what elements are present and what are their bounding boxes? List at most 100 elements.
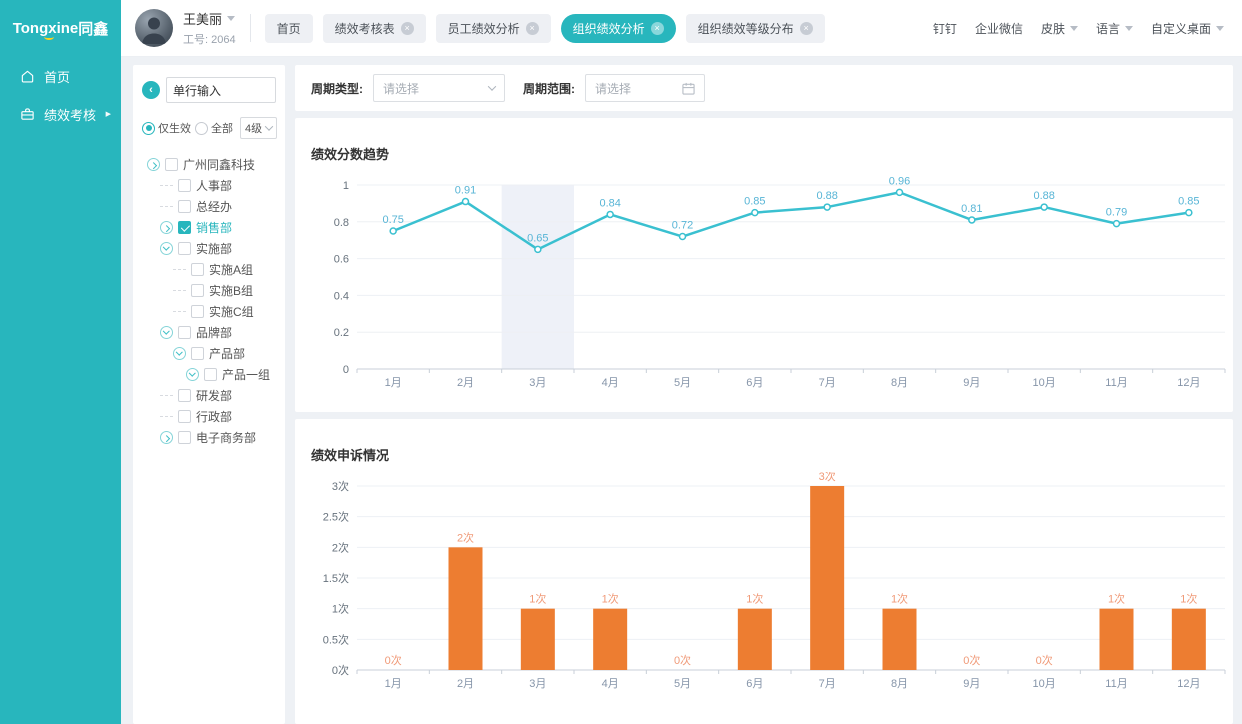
tree-node-label: 实施部 xyxy=(196,240,232,257)
tree-checkbox[interactable] xyxy=(191,347,204,360)
tree-node[interactable]: 实施A组 xyxy=(142,259,276,280)
svg-text:0.72: 0.72 xyxy=(672,220,693,232)
chevron-down-circle-icon[interactable] xyxy=(173,347,186,360)
tree-node[interactable]: 总经办 xyxy=(142,196,276,217)
tree-node-label: 总经办 xyxy=(196,198,232,215)
svg-text:0.6: 0.6 xyxy=(334,254,349,266)
close-icon[interactable]: × xyxy=(401,22,414,35)
tree-connector-line xyxy=(173,269,186,270)
tree-node[interactable]: 广州同鑫科技 xyxy=(142,154,276,175)
radio-label: 全部 xyxy=(211,120,233,136)
tree-checkbox[interactable] xyxy=(204,368,217,381)
cycle-range-value: 请选择 xyxy=(595,80,631,97)
user-info[interactable]: 王美丽 工号: 2064 xyxy=(135,9,236,47)
sidebar-nav: 首页绩效考核▶ xyxy=(0,57,121,133)
cycle-type-select[interactable]: 请选择 xyxy=(373,74,505,102)
tree-node-label: 行政部 xyxy=(196,408,232,425)
search-input[interactable] xyxy=(166,77,276,103)
radio-option[interactable]: 仅生效 xyxy=(142,120,191,136)
workspace-tab[interactable]: 组织绩效等级分布× xyxy=(686,14,825,43)
svg-text:2次: 2次 xyxy=(457,530,474,544)
logo-accent-smile xyxy=(44,34,54,40)
chevron-down-circle-icon[interactable] xyxy=(160,242,173,255)
radio-label: 仅生效 xyxy=(158,120,191,136)
workspace-tab[interactable]: 组织绩效分析 × xyxy=(561,14,676,43)
sidebar-item-performance[interactable]: 绩效考核▶ xyxy=(0,95,121,133)
tree-checkbox[interactable] xyxy=(178,200,191,213)
chevron-down-circle-icon[interactable] xyxy=(160,326,173,339)
top-menu-item[interactable]: 语言 xyxy=(1096,20,1133,37)
cycle-type-label: 周期类型: xyxy=(311,80,363,97)
top-menu-item[interactable]: 企业微信 xyxy=(975,20,1023,37)
top-menu-item[interactable]: 钉钉 xyxy=(933,20,957,37)
svg-text:4月: 4月 xyxy=(602,377,619,389)
tree-checkbox[interactable] xyxy=(178,242,191,255)
tree-node[interactable]: 产品部 xyxy=(142,343,276,364)
tree-connector-line xyxy=(173,311,186,312)
tree-node[interactable]: 行政部 xyxy=(142,406,276,427)
filter-bar: 周期类型: 请选择 周期范围: 请选择 xyxy=(295,65,1233,111)
tree-node[interactable]: 实施部 xyxy=(142,238,276,259)
close-icon[interactable]: × xyxy=(800,22,813,35)
menu-item-label: 皮肤 xyxy=(1041,20,1065,37)
tree-checkbox[interactable] xyxy=(178,389,191,402)
tree-node[interactable]: 研发部 xyxy=(142,385,276,406)
tree-node[interactable]: 实施B组 xyxy=(142,280,276,301)
svg-text:10月: 10月 xyxy=(1033,377,1056,389)
svg-text:2月: 2月 xyxy=(457,377,474,389)
line-chart-title: 绩效分数趋势 xyxy=(311,144,1233,163)
tree-checkbox[interactable] xyxy=(178,326,191,339)
user-avatar[interactable] xyxy=(135,9,173,47)
app-root: Tongxine同鑫 首页绩效考核▶ 王美丽 xyxy=(0,0,1242,724)
chevron-right-circle-icon[interactable] xyxy=(147,158,160,171)
svg-text:0.8: 0.8 xyxy=(334,217,349,229)
svg-text:1: 1 xyxy=(343,180,349,192)
top-menu-item[interactable]: 皮肤 xyxy=(1041,20,1078,37)
tree-checkbox[interactable] xyxy=(178,221,191,234)
chevron-down-circle-icon[interactable] xyxy=(186,368,199,381)
tree-node[interactable]: 产品一组 xyxy=(142,364,276,385)
top-menu-item[interactable]: 自定义桌面 xyxy=(1151,20,1224,37)
tree-checkbox[interactable] xyxy=(191,305,204,318)
calendar-icon xyxy=(682,82,695,95)
tree-node[interactable]: 品牌部 xyxy=(142,322,276,343)
sidebar-item-label: 首页 xyxy=(44,67,70,86)
tree-node-label: 实施B组 xyxy=(209,282,253,299)
tree-node[interactable]: 电子商务部 xyxy=(142,427,276,448)
chevron-right-circle-icon[interactable] xyxy=(160,431,173,444)
tree-checkbox[interactable] xyxy=(178,431,191,444)
chevron-right-circle-icon[interactable] xyxy=(160,221,173,234)
workspace-tab[interactable]: 员工绩效分析× xyxy=(436,14,551,43)
radio-option[interactable]: 全部 xyxy=(195,120,233,136)
svg-text:7月: 7月 xyxy=(819,377,836,389)
cycle-type-value: 请选择 xyxy=(383,80,419,97)
tree-checkbox[interactable] xyxy=(191,263,204,276)
tree-node-label: 电子商务部 xyxy=(196,429,256,446)
tree-node[interactable]: 实施C组 xyxy=(142,301,276,322)
close-icon[interactable]: × xyxy=(651,22,664,35)
tree-checkbox[interactable] xyxy=(191,284,204,297)
tree-connector-line xyxy=(160,185,173,186)
collapse-panel-button[interactable]: ‹ xyxy=(142,81,160,99)
tree-node[interactable]: 销售部 xyxy=(142,217,276,238)
svg-text:5月: 5月 xyxy=(674,678,691,690)
tree-node[interactable]: 人事部 xyxy=(142,175,276,196)
cycle-range-picker[interactable]: 请选择 xyxy=(585,74,705,102)
workspace-tab[interactable]: 绩效考核表× xyxy=(323,14,426,43)
workspace-tab[interactable]: 首页 xyxy=(265,14,313,43)
tree-node-label: 品牌部 xyxy=(196,324,232,341)
svg-text:6月: 6月 xyxy=(746,377,763,389)
close-icon[interactable]: × xyxy=(526,22,539,35)
level-select-value: 4级 xyxy=(245,120,262,136)
tree-node-label: 广州同鑫科技 xyxy=(183,156,255,173)
tree-checkbox[interactable] xyxy=(178,410,191,423)
tree-checkbox[interactable] xyxy=(178,179,191,192)
sidebar-item-home[interactable]: 首页 xyxy=(0,57,121,95)
tab-label: 组织绩效分析 xyxy=(573,20,645,37)
tree-connector-line xyxy=(160,206,173,207)
level-select[interactable]: 4级 xyxy=(240,117,277,139)
svg-text:0.91: 0.91 xyxy=(455,185,476,197)
tree-checkbox[interactable] xyxy=(165,158,178,171)
main-area: 王美丽 工号: 2064 首页绩效考核表×员工绩效分析×组织绩效分析×组织绩效等… xyxy=(121,0,1242,724)
chevron-down-icon[interactable] xyxy=(227,16,235,21)
